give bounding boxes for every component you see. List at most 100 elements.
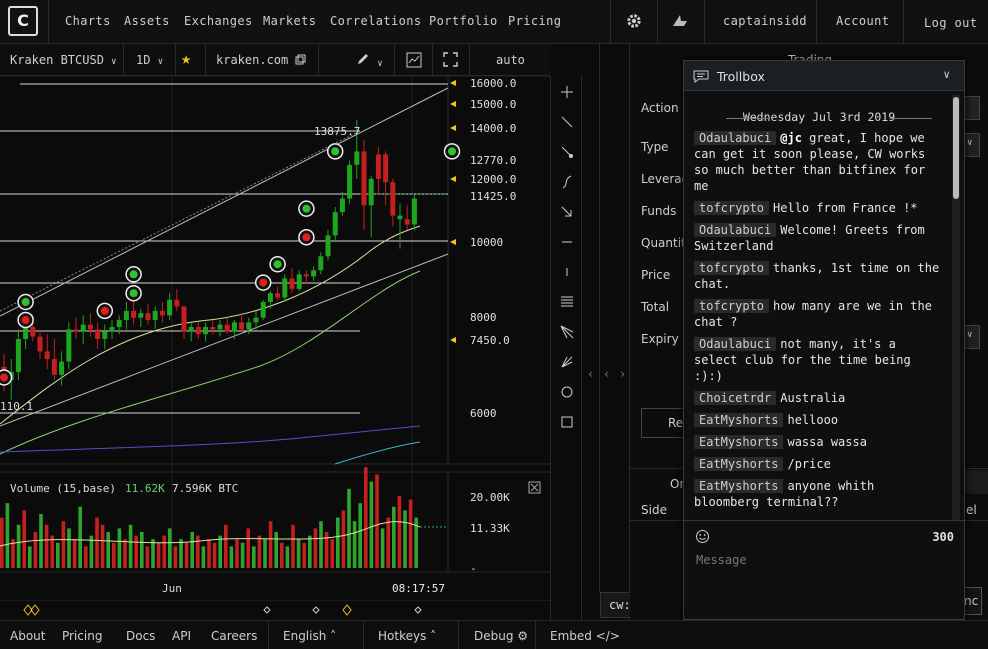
- toolbar-divider: [318, 44, 319, 76]
- embed-link[interactable]: Embed </>: [550, 629, 620, 643]
- candle-body: [347, 164, 353, 199]
- scale-mode-toggle[interactable]: auto: [496, 53, 525, 67]
- candle-body: [123, 310, 129, 321]
- volume-bar: [397, 496, 402, 568]
- username-link[interactable]: captainsidd: [723, 14, 807, 28]
- volume-bar: [50, 535, 54, 568]
- nav-markets[interactable]: Markets: [263, 14, 316, 28]
- chat-text: wassa wassa: [787, 435, 867, 449]
- price-label: 12770.0: [470, 154, 516, 167]
- scrollbar-thumb[interactable]: [953, 97, 959, 199]
- shark-icon[interactable]: [671, 12, 689, 30]
- sell-marker-dot: [21, 316, 30, 325]
- ray-icon[interactable]: [559, 144, 575, 160]
- close-icon[interactable]: [528, 481, 541, 494]
- candle-body: [275, 293, 281, 298]
- event-diamond-icon[interactable]: [312, 606, 320, 614]
- volume-legend-value: 11.62K: [125, 482, 165, 495]
- chevron-left-icon[interactable]: ‹: [587, 367, 594, 381]
- candle-body: [246, 322, 252, 330]
- volume-bar: [207, 539, 211, 568]
- logout-link[interactable]: Log out: [924, 16, 977, 30]
- chart-toolbar: Kraken BTCUSD ∨ 1D ∨ ★ kraken.com ∨ auto: [0, 44, 550, 76]
- indicators-icon[interactable]: [406, 52, 422, 68]
- volume-bar: [140, 532, 144, 568]
- nav-correlations[interactable]: Correlations: [330, 14, 422, 28]
- chat-username[interactable]: Choicetrdr: [694, 391, 777, 405]
- chat-username[interactable]: EatMyshorts: [694, 435, 784, 449]
- reset-button[interactable]: Re: [641, 408, 687, 438]
- draw-tool-selector[interactable]: ∨: [356, 52, 383, 69]
- chevron-right-icon[interactable]: ›: [619, 367, 626, 381]
- chat-text: hellooo: [787, 413, 839, 427]
- footer-about[interactable]: About: [10, 629, 45, 643]
- interval-selector[interactable]: 1D ∨: [136, 53, 163, 67]
- volume-bar: [179, 539, 183, 568]
- curve-icon[interactable]: [559, 174, 575, 190]
- event-diamond-icon[interactable]: [342, 604, 352, 616]
- chat-username[interactable]: EatMyshorts: [694, 479, 784, 493]
- market-selector[interactable]: Kraken BTCUSD ∨: [10, 53, 117, 67]
- event-diamond-icon[interactable]: [263, 606, 271, 614]
- chat-username[interactable]: EatMyshorts: [694, 457, 784, 471]
- language-selector[interactable]: English ˄: [283, 629, 336, 643]
- embed-label: Embed: [550, 629, 592, 643]
- event-diamond-icon[interactable]: [414, 606, 422, 614]
- chat-username[interactable]: Odaulabuci: [694, 223, 777, 237]
- chat-username[interactable]: Odaulabuci: [694, 337, 777, 351]
- horizontal-levels: [0, 83, 448, 414]
- price-chart[interactable]: 16000.0 15000.0 14000.0 12770.0 12000.0 …: [0, 76, 550, 596]
- chevron-down-icon: ∨: [111, 57, 117, 67]
- chevron-down-icon[interactable]: ∨: [943, 68, 950, 81]
- volume-bar: [352, 521, 357, 568]
- circle-tool-icon[interactable]: [559, 384, 575, 400]
- nav-portfolio[interactable]: Portfolio: [429, 14, 498, 28]
- footer-pricing[interactable]: Pricing: [62, 629, 102, 643]
- chat-username[interactable]: tofcrypto: [694, 299, 770, 313]
- arrow-icon[interactable]: [559, 204, 575, 220]
- debug-menu[interactable]: Debug ⚙: [474, 629, 528, 643]
- vertical-line-icon[interactable]: [559, 264, 575, 280]
- message-input[interactable]: [696, 553, 946, 567]
- trend-line-icon[interactable]: [559, 114, 575, 130]
- chevron-left-icon[interactable]: ‹: [603, 367, 610, 381]
- gear-icon[interactable]: [625, 12, 643, 30]
- candle-body: [282, 278, 288, 298]
- footer-careers[interactable]: Careers: [211, 629, 257, 643]
- gann-fan-icon[interactable]: [559, 354, 575, 370]
- candle-body: [138, 313, 144, 318]
- footer-api[interactable]: API: [172, 629, 191, 643]
- emoji-icon[interactable]: [695, 529, 710, 544]
- sell-marker-dot: [302, 233, 311, 242]
- chat-message: tofcrypto thanks, 1st time on the chat.: [694, 260, 944, 292]
- fibonacci-icon[interactable]: [559, 294, 575, 310]
- crosshair-icon[interactable]: [559, 84, 575, 100]
- hotkeys-menu[interactable]: Hotkeys ˄: [378, 629, 436, 643]
- source-link[interactable]: kraken.com: [216, 53, 306, 67]
- fullscreen-icon[interactable]: [443, 52, 458, 67]
- alert-arrow-icon: [450, 176, 456, 182]
- coinigy-logo[interactable]: C: [8, 6, 38, 36]
- horizontal-line-icon[interactable]: [559, 234, 575, 250]
- footer-divider: [535, 621, 536, 649]
- favorite-star-icon[interactable]: ★: [181, 49, 191, 69]
- account-link[interactable]: Account: [836, 14, 889, 28]
- moving-average-blue: [0, 425, 421, 453]
- chat-username[interactable]: EatMyshorts: [694, 413, 784, 427]
- trollbox-header[interactable]: Trollbox ∨: [684, 61, 964, 91]
- nav-exchanges[interactable]: Exchanges: [184, 14, 253, 28]
- pitchfork-icon[interactable]: [559, 324, 575, 340]
- chat-text: Hello from France !*: [773, 201, 918, 215]
- price-label: 10000: [470, 236, 503, 249]
- nav-charts[interactable]: Charts: [65, 14, 111, 28]
- chat-username[interactable]: tofcrypto: [694, 201, 770, 215]
- volume-bar: [72, 539, 77, 568]
- nav-assets[interactable]: Assets: [124, 14, 170, 28]
- nav-pricing[interactable]: Pricing: [508, 14, 561, 28]
- chat-username[interactable]: tofcrypto: [694, 261, 770, 275]
- low-annotation: 110.1: [0, 400, 33, 413]
- footer-docs[interactable]: Docs: [126, 629, 155, 643]
- chat-username[interactable]: Odaulabuci: [694, 131, 777, 145]
- rectangle-tool-icon[interactable]: [559, 414, 575, 430]
- volume-bar: [212, 542, 217, 568]
